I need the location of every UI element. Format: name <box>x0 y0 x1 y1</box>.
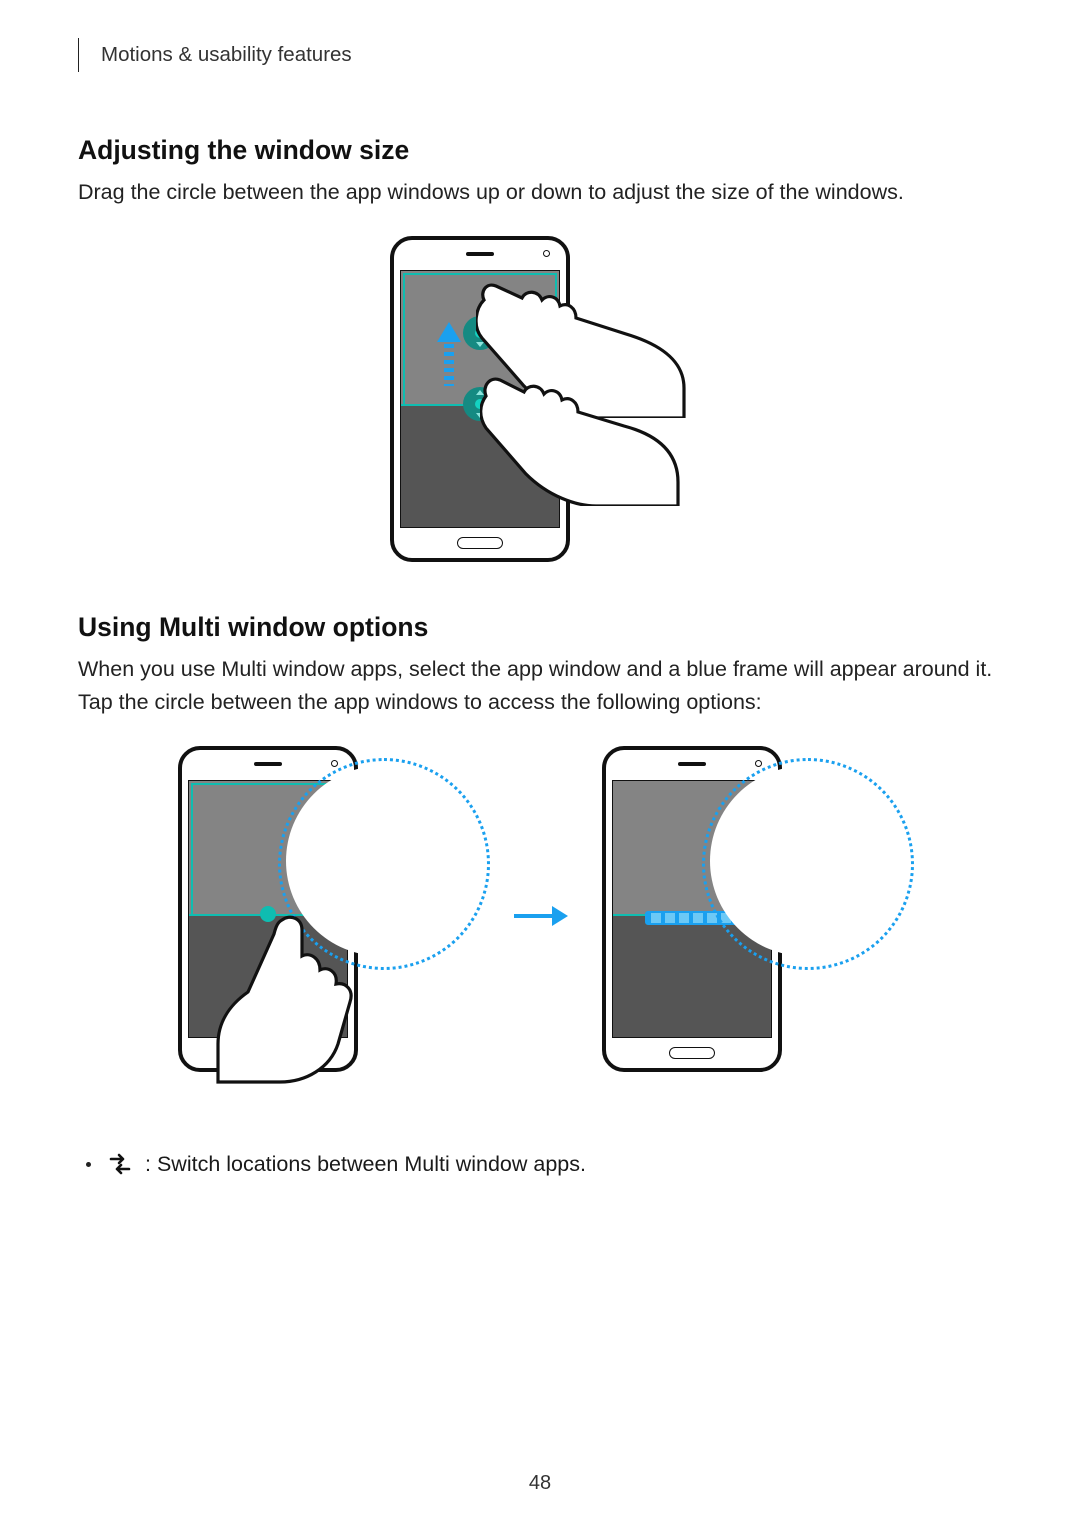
right-arrow-icon <box>514 906 566 926</box>
heading-adjusting-window-size: Adjusting the window size <box>78 135 1002 166</box>
magnifier-detail <box>710 766 900 956</box>
bullet-switch-locations: : Switch locations between Multi window … <box>78 1152 1002 1177</box>
magnifier-detail <box>286 766 476 956</box>
up-arrow-icon <box>439 322 459 386</box>
figure-adjust-window-size <box>78 236 1002 556</box>
switch-location-icon <box>107 1153 133 1175</box>
paragraph-options-body: When you use Multi window apps, select t… <box>78 653 1002 718</box>
bullet-text: : Switch locations between Multi window … <box>145 1152 586 1177</box>
figure-multi-window-options <box>78 746 1002 1086</box>
drag-handle-icon <box>463 387 497 421</box>
paragraph-adjust-body: Drag the circle between the app windows … <box>78 176 1002 208</box>
running-header: Motions & usability features <box>78 38 1002 72</box>
running-header-text: Motions & usability features <box>101 43 352 67</box>
drag-handle-icon <box>463 316 497 350</box>
heading-multi-window-options: Using Multi window options <box>78 612 1002 643</box>
drag-handle-icon <box>260 906 276 922</box>
phone-illustration <box>390 236 570 562</box>
page-number: 48 <box>0 1472 1080 1495</box>
bullet-icon <box>86 1162 91 1167</box>
